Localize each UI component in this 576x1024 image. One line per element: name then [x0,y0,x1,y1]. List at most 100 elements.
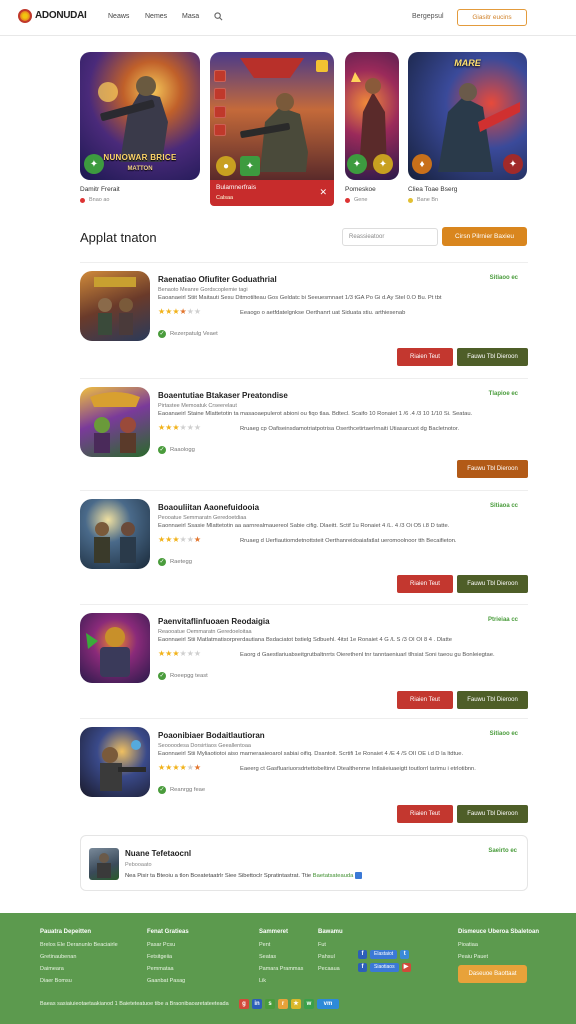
social-row-2: f Siaotiaos ▶ [358,963,411,972]
rss-icon[interactable]: r [278,999,288,1009]
featured-card-1[interactable]: NUNOWAR BRICE MATTON ✦ Damitr Frerait Bn… [80,52,200,203]
app-desc2-3: Rruaeg d Uerfiautiomdetnottsteit Oerthan… [240,538,457,544]
app-secondary-button-3[interactable]: Riaien Teut [397,575,453,593]
google-plus-icon[interactable]: g [239,999,249,1009]
nav-link-2[interactable]: Nemes [145,13,167,20]
footer-link[interactable]: Daimeara [40,966,118,972]
whatsapp-icon[interactable]: w [304,999,314,1009]
featured-name-2: Bulamnerfrais [216,184,257,191]
verified-badge-4: ✓ Roeepgg teast [158,672,208,680]
footer-link[interactable]: Diaer Bomsu [40,978,118,984]
app-row-5[interactable]: Poaonibiaer Bodaitlautioran Seoooodesa D… [80,718,528,830]
filter-input[interactable]: Reassieatoor [342,228,438,246]
footer-link[interactable]: Pioatiaa [458,942,539,948]
mini-desc-highlight[interactable]: Baetatsateauda [313,873,354,879]
app-row-4[interactable]: Paenvitaflinfuoaen Reodaigia Reaooatue O… [80,604,528,716]
footer-link[interactable]: Pasar Pcsu [147,942,189,948]
nav-link-1[interactable]: Neaws [108,13,129,20]
badge-icon-3b: ✦ [373,154,393,174]
app-primary-button-3[interactable]: Fauwu Tbl Dieroon [457,575,528,593]
verified-text-5: Reanrgg feae [170,787,206,793]
featured-name-1: Damitr Frerait [80,186,120,193]
youtube-icon[interactable]: ▶ [401,963,411,972]
app-name-3[interactable]: Boaouliitan Aaonefuidooia [158,503,259,512]
app-secondary-button-5[interactable]: Riaien Teut [397,805,453,823]
side-menu-icon-3[interactable] [214,106,226,118]
gunner-art [100,740,146,791]
section-title: Applat tnaton [80,230,157,245]
footer-link[interactable]: Lik [259,978,303,984]
verified-text-4: Roeepgg teast [170,673,208,679]
facebook-icon[interactable]: f [358,950,367,959]
footer-col-2-heading: Fenat Gratieas [147,929,189,935]
app-sub-5: Seoooodesa Dorsirtiaos Geeallentoaa [158,743,251,749]
app-row-3[interactable]: Boaouliitan Aaonefuidooia Peooatue Semma… [80,490,528,602]
featured-art-4: MARE ♦ ✦ [408,52,527,180]
footer-link[interactable]: Pamara Prammas [259,966,303,972]
footer-link[interactable]: Seatas [259,954,303,960]
share-icon[interactable]: s [265,999,275,1009]
close-icon[interactable]: ✕ [319,187,327,198]
footer-link[interactable]: Peaiu Pauet [458,954,539,960]
side-menu-icon-4[interactable] [214,124,226,136]
featured-info-red: Bulamnerfrais Calsaa ✕ [210,180,334,206]
app-desc-3: Eaonnaeirl Ssasie Mlattetotin aa aarnrea… [158,523,450,529]
footer-link[interactable]: Pent [259,942,303,948]
vimeo-icon[interactable]: vm [317,999,339,1009]
app-secondary-button-4[interactable]: Riaien Teut [397,691,453,709]
featured-card-4[interactable]: MARE ♦ ✦ Cliea Toae Bserg Bane Bn [408,52,527,203]
app-desc2-1: Eeaogo o aetfdatelgnkse Oerthanrt uat Si… [240,310,406,316]
footer-link[interactable]: Gretinaubenan [40,954,118,960]
filter-button[interactable]: Cirsn Pilrnier Baxieu [442,227,527,246]
side-menu-icon-2[interactable] [214,88,226,100]
footer-link[interactable]: Pemmataa [147,966,189,972]
app-name-5[interactable]: Poaonibiaer Bodaitlautioran [158,731,265,740]
app-primary-button-5[interactable]: Fauwu Tbl Dieroon [457,805,528,823]
rating-stars-5: ★★★★★★ [158,763,202,772]
twitter-icon[interactable]: t [400,950,410,959]
star-icon[interactable]: ★ [291,999,301,1009]
linkedin-icon[interactable]: in [252,999,262,1009]
heroes-art [90,392,140,453]
brute-art [86,627,130,677]
app-name-4[interactable]: Paenvitaflinfuoaen Reodaigia [158,617,270,626]
app-secondary-button-1[interactable]: Riaien Teut [397,348,453,366]
facebook-icon[interactable]: f [358,963,367,972]
header-cta-button[interactable]: Giasitr eucins [457,9,527,26]
featured-card-2[interactable]: ● ✦ Bulamnerfrais Calsaa ✕ [210,52,334,206]
status-dot-icon [80,197,85,203]
app-name-1[interactable]: Raenatiao Ofiufiter Goduathrial [158,275,277,284]
social-row-1: f Elastaiot t [358,950,411,959]
footer-link[interactable]: Pahsul [318,954,343,960]
app-row-1[interactable]: Raenatiao Ofiufiter Goduathrial Benaoto … [80,262,528,372]
app-name-2[interactable]: Boaentutiae Btakaser Preatondise [158,391,288,400]
app-icon-2 [80,387,150,457]
mini-app-card[interactable]: Nuane Tefetaocnl Pebooaato Nea Pisir ta … [80,835,528,891]
app-desc-5: Eaonnaeirl Stii Myliaotiotoi aiso marner… [158,751,464,757]
footer-link[interactable]: Gaanbat Pasag [147,978,189,984]
footer-link[interactable]: Brelos Ele Deranunlo Beaciairle [40,942,118,948]
app-primary-button-2[interactable]: Fauwu Tbl Dieroon [457,460,528,478]
app-primary-button-1[interactable]: Fauwu Tbl Dieroon [457,348,528,366]
app-row-2[interactable]: Boaentutiae Btakaser Preatondise Pirtast… [80,378,528,488]
mini-app-name[interactable]: Nuane Tefetaocnl [125,849,191,858]
footer-link[interactable]: Fetsitgeiia [147,954,189,960]
app-primary-button-4[interactable]: Fauwu Tbl Dieroon [457,691,528,709]
featured-card-3[interactable]: ✦ ✦ Pomeskoe Gene [345,52,399,203]
featured-art-1: NUNOWAR BRICE MATTON ✦ [80,52,200,180]
external-link-icon[interactable] [355,872,363,879]
footer-subscribe-button[interactable]: Daseuoe Baottaat [458,965,527,983]
search-icon[interactable] [214,12,223,21]
verified-badge-5: ✓ Reanrgg feae [158,786,205,794]
mini-app-sub: Pebooaato [125,862,152,868]
featured-meta-text-3: Gene [354,197,368,203]
social-pill-2[interactable]: Siaotiaos [370,963,399,972]
app-sub-3: Peooatue Semmaratn Geredoetdiaa [158,515,247,521]
social-pill-1[interactable]: Elastaiot [370,950,398,959]
site-logo[interactable]: ADONUDAI [18,9,87,23]
footer-link[interactable]: Fut [318,942,343,948]
nav-link-3[interactable]: Masa [182,13,199,20]
footer-link[interactable]: Pecaaua [318,966,343,972]
side-menu-icon-1[interactable] [214,70,226,82]
header-account-link[interactable]: Bergepsul [412,13,444,20]
